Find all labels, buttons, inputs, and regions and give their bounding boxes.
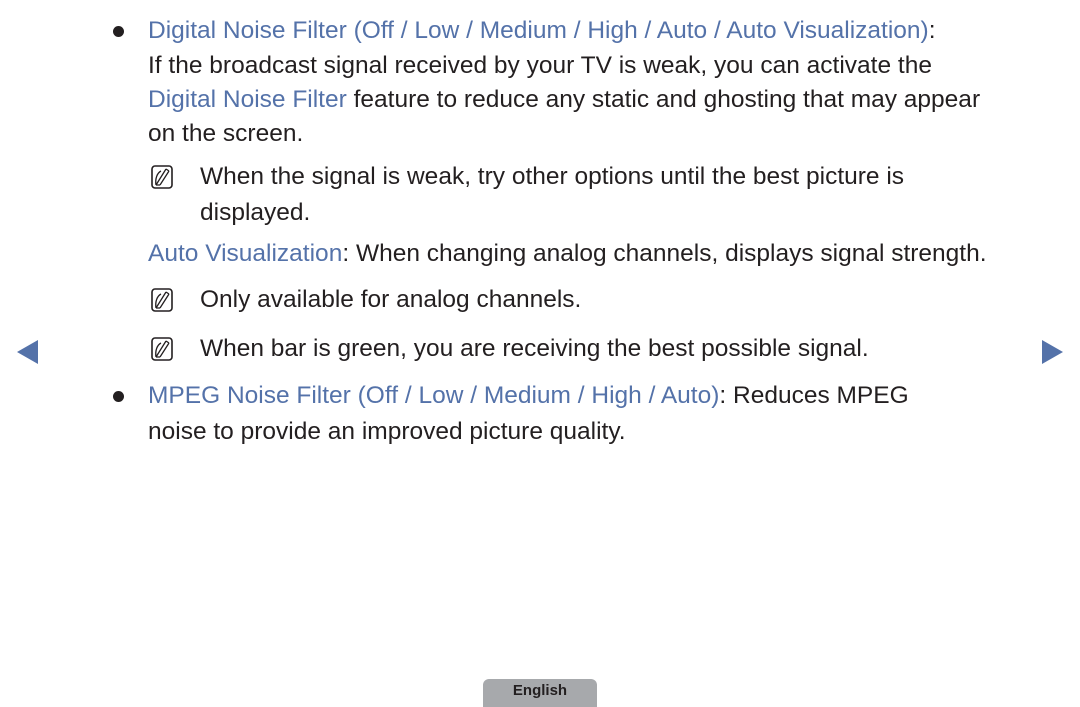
paragraph-line: Digital Noise Filter feature to reduce a… — [148, 86, 981, 113]
note-text: When bar is green, you are receiving the… — [200, 335, 869, 362]
triangle-right-icon[interactable] — [1042, 340, 1063, 364]
auto-visualization-label: Auto Visualization — [148, 240, 343, 267]
bullet-icon — [113, 26, 124, 37]
paragraph-line: on the screen. — [148, 120, 304, 147]
bullet-icon — [113, 391, 124, 402]
digital-noise-filter-heading: Digital Noise Filter (Off / Low / Medium… — [148, 17, 936, 44]
note-text: Only available for analog channels. — [200, 286, 582, 313]
auto-visualization-line: Auto Visualization: When changing analog… — [148, 240, 987, 267]
mpeg-noise-filter-heading: MPEG Noise Filter (Off / Low / Medium / … — [148, 382, 909, 409]
note-text: When the signal is weak, try other optio… — [200, 163, 905, 190]
paragraph-line: If the broadcast signal received by your… — [148, 52, 932, 79]
digital-noise-filter-title: Digital Noise Filter (Off / Low / Medium… — [148, 17, 929, 44]
note-icon — [151, 337, 173, 361]
language-tab[interactable]: English — [483, 679, 597, 707]
note-text: displayed. — [200, 199, 311, 226]
mpeg-noise-filter-title: MPEG Noise Filter (Off / Low / Medium / … — [148, 382, 720, 409]
note-icon — [151, 165, 173, 189]
triangle-left-icon[interactable] — [17, 340, 38, 364]
note-icon — [151, 288, 173, 312]
paragraph-line: noise to provide an improved picture qua… — [148, 418, 626, 445]
